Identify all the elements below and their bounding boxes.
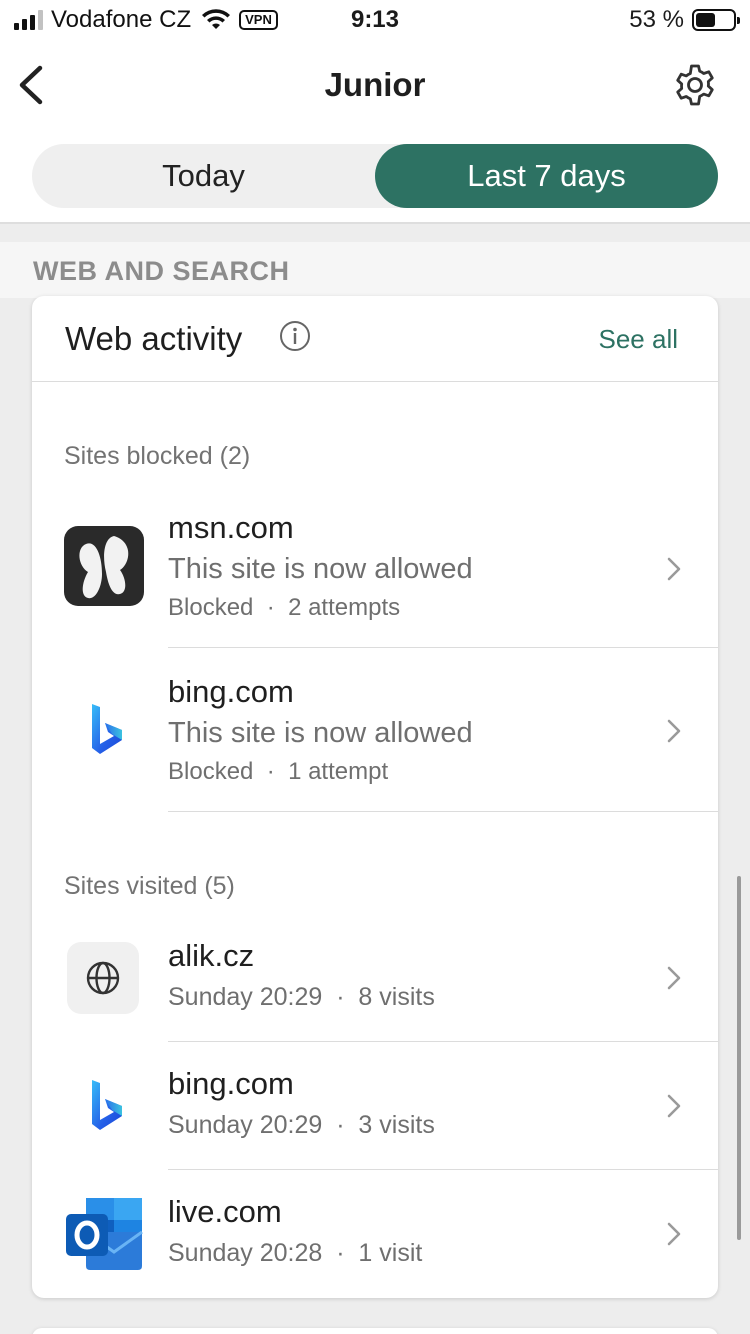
sites-blocked-label: Sites blocked (2) <box>64 442 251 470</box>
period-segmented-control: Today Last 7 days <box>32 144 718 208</box>
sites-visited-label: Sites visited (5) <box>64 872 235 900</box>
site-meta: Sunday 20:29 · 8 visits <box>168 983 435 1012</box>
tab-today[interactable]: Today <box>32 144 375 208</box>
chevron-right-icon <box>667 1094 681 1118</box>
site-status: This site is now allowed <box>168 553 473 585</box>
separator-dot: · <box>329 983 352 1011</box>
visit-count: 3 visits <box>358 1111 435 1139</box>
block-state: Blocked <box>168 594 254 621</box>
scroll-indicator <box>737 876 741 1240</box>
list-item[interactable]: bing.com Sunday 20:29 · 3 visits <box>32 1042 718 1170</box>
web-activity-card: Web activity See all Sites blocked (2) m… <box>32 296 718 1298</box>
status-bar-right: 53 % <box>629 6 740 34</box>
next-card <box>32 1328 718 1334</box>
list-item[interactable]: alik.cz Sunday 20:29 · 8 visits <box>32 914 718 1042</box>
card-header: Web activity See all <box>32 296 718 382</box>
list-item[interactable]: msn.com This site is now allowed Blocked… <box>32 496 718 648</box>
visit-count: 1 visit <box>358 1239 423 1267</box>
tab-last-7-days[interactable]: Last 7 days <box>375 144 718 208</box>
section-title: WEB AND SEARCH <box>33 256 290 286</box>
site-meta: Blocked · 1 attempt <box>168 758 388 786</box>
attempt-count: 1 attempt <box>288 758 389 785</box>
site-meta: Blocked · 2 attempts <box>168 594 400 622</box>
site-meta: Sunday 20:29 · 3 visits <box>168 1111 435 1140</box>
bing-icon <box>64 690 144 770</box>
chevron-right-icon <box>667 1222 681 1246</box>
gear-icon[interactable] <box>672 62 718 108</box>
chevron-right-icon <box>667 719 681 743</box>
site-name: live.com <box>168 1194 282 1229</box>
chevron-right-icon <box>667 557 681 581</box>
separator-dot: · <box>329 1111 352 1139</box>
site-name: bing.com <box>168 1066 294 1101</box>
battery-fill <box>696 13 716 27</box>
battery-icon <box>692 9 740 31</box>
divider <box>168 811 718 812</box>
msn-butterfly-icon <box>64 526 144 606</box>
site-status: This site is now allowed <box>168 717 473 749</box>
status-bar: Vodafone CZ VPN 9:13 53 % <box>0 0 750 40</box>
bing-icon <box>64 1066 144 1146</box>
see-all-link[interactable]: See all <box>599 324 679 355</box>
separator-dot: · <box>329 1239 352 1267</box>
globe-icon <box>67 942 139 1014</box>
info-icon[interactable] <box>279 320 311 352</box>
navigation-bar: Junior <box>0 40 750 130</box>
attempt-count: 2 attempts <box>288 594 401 621</box>
chevron-right-icon <box>667 966 681 990</box>
visit-time: Sunday 20:28 <box>168 1239 323 1267</box>
site-meta: Sunday 20:28 · 1 visit <box>168 1239 422 1268</box>
list-item[interactable]: live.com Sunday 20:28 · 1 visit <box>32 1170 718 1298</box>
block-state: Blocked <box>168 758 254 785</box>
list-item[interactable]: bing.com This site is now allowed Blocke… <box>32 648 718 812</box>
section-header: WEB AND SEARCH <box>0 242 750 298</box>
card-title: Web activity <box>65 320 243 357</box>
site-name: msn.com <box>168 510 294 545</box>
outlook-icon <box>64 1194 144 1274</box>
visit-time: Sunday 20:29 <box>168 983 323 1011</box>
battery-percent: 53 % <box>629 6 684 33</box>
separator-dot: · <box>260 594 282 621</box>
visit-time: Sunday 20:29 <box>168 1111 323 1139</box>
period-selector-bar: Today Last 7 days <box>0 130 750 224</box>
site-name: bing.com <box>168 674 294 709</box>
visit-count: 8 visits <box>358 983 435 1011</box>
separator-dot: · <box>260 758 282 785</box>
site-name: alik.cz <box>168 938 255 973</box>
page-title: Junior <box>324 66 426 103</box>
